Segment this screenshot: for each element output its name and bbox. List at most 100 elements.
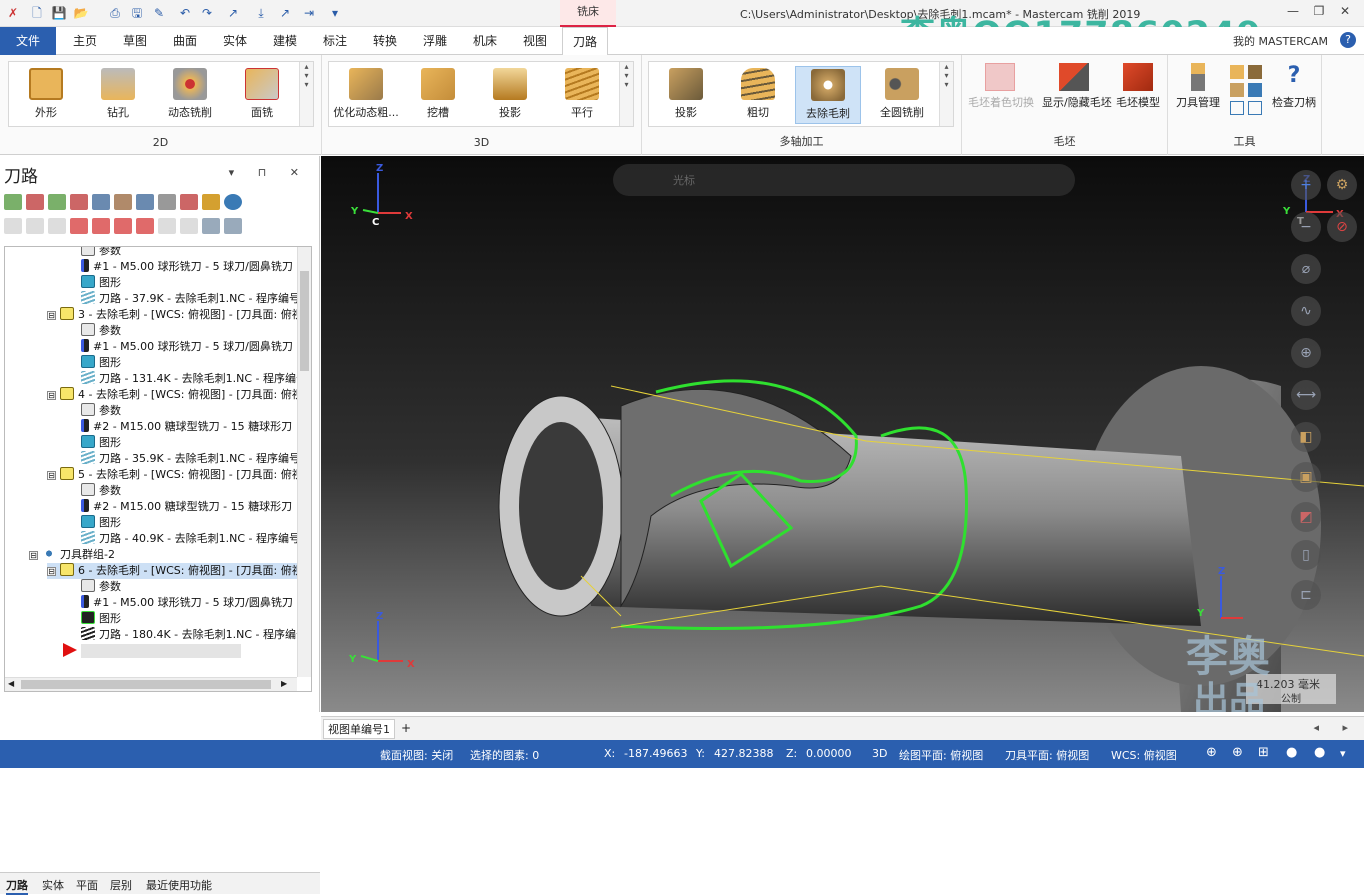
move-up-icon[interactable] (92, 218, 110, 234)
operation-row[interactable]: ⊟ 6 - 去除毛刺 - [WCS: 俯视图] - [刀具面: 俯视图] (47, 563, 311, 579)
tree-scroll-thumb[interactable] (300, 271, 309, 371)
mode-3d[interactable]: 3D (872, 747, 887, 760)
gallery-2d-scroll[interactable]: ▴ ▾ ▾ (299, 62, 313, 126)
help-icon[interactable]: ? (1340, 32, 1356, 48)
print-icon[interactable]: ⎙ (106, 4, 124, 22)
tool-small-icon-1[interactable] (1230, 65, 1244, 79)
minimize-button[interactable]: — (1280, 4, 1306, 18)
status-dropdown-icon[interactable]: ▾ (1340, 747, 1346, 760)
viewsheet-nav[interactable]: ◂ ▸ (1313, 721, 1358, 734)
wireframe-icon[interactable]: ⊞ (1258, 745, 1269, 760)
globe-2-icon[interactable]: ⊕ (1232, 745, 1243, 760)
optirough-button[interactable]: 优化动态粗... (333, 66, 399, 124)
tree-row[interactable]: 参数 (81, 579, 121, 595)
globe-icon[interactable]: ⊕ (1206, 745, 1217, 760)
graphics-viewport[interactable]: 光标 Z X Y C Z X Y Z (321, 156, 1364, 712)
operation-row[interactable]: ⊟ 5 - 去除毛刺 - [WCS: 俯视图] - [刀具面: 俯视图] (47, 467, 311, 483)
section-view-status[interactable]: 截面视图: 关闭 (380, 747, 453, 763)
clear-icon[interactable]: ⊘ (1327, 212, 1357, 242)
tab-home[interactable]: 主页 (62, 27, 108, 55)
tool-small-icon-5[interactable] (1230, 101, 1244, 115)
insert-arrow-icon[interactable] (114, 218, 132, 234)
zoom-out-icon[interactable]: − (1291, 212, 1321, 242)
post-icon[interactable] (180, 194, 198, 210)
scroll-left-icon[interactable]: ◀ (8, 679, 14, 688)
drill-button[interactable]: 钻孔 (85, 66, 151, 124)
tree-row[interactable]: 刀路 - 35.9K - 去除毛刺1.NC - 程序编号 0 (81, 451, 311, 467)
expand-toggle-icon[interactable]: ⊟ (47, 311, 56, 320)
tree-row[interactable]: 刀路 - 40.9K - 去除毛刺1.NC - 程序编号 0 (81, 531, 311, 547)
pocket-3d-button[interactable]: 挖槽 (405, 66, 471, 124)
tool-small-icon-3[interactable] (1230, 83, 1244, 97)
save-icon[interactable]: 💾 (50, 4, 68, 22)
diameter-icon[interactable]: ⌀ (1291, 254, 1321, 284)
regenerate-dirty-icon[interactable] (70, 194, 88, 210)
tool-manager-button[interactable]: 刀具管理 (1166, 63, 1230, 110)
customize-icon[interactable]: ⇥ (300, 4, 318, 22)
operation-row[interactable]: ⊟ 3 - 去除毛刺 - [WCS: 俯视图] - [刀具面: 俯视图] (47, 307, 311, 323)
tree-row[interactable]: #2 - M15.00 糖球型铣刀 - 15 糖球形刀 (81, 499, 292, 515)
highfeed-icon[interactable] (202, 194, 220, 210)
add-viewsheet-button[interactable]: + (401, 721, 411, 735)
viewsheet-tab-1[interactable]: 视图单编号1 (323, 719, 395, 739)
g1-icon[interactable] (158, 194, 176, 210)
draw-plane-status[interactable]: 绘图平面: 俯视图 (899, 747, 983, 763)
shaded-edges-icon[interactable]: ● (1314, 745, 1325, 760)
tool-display-icon[interactable] (202, 218, 220, 234)
tree-row[interactable]: 图形 (81, 355, 121, 371)
save-as-icon[interactable]: 🖫 (128, 4, 146, 22)
tab-transform[interactable]: 转换 (362, 27, 408, 55)
toggle-display-icon[interactable] (26, 218, 44, 234)
tab-relief[interactable]: 浮雕 (412, 27, 458, 55)
stock-model-button[interactable]: 毛坯模型 (1106, 63, 1170, 110)
select-all-ops-icon[interactable] (4, 194, 22, 210)
rough-button[interactable]: 粗切 (725, 66, 791, 124)
shaded-icon[interactable]: ● (1286, 745, 1297, 760)
edit-icon[interactable]: ✎ (150, 4, 168, 22)
tab-file[interactable]: 文件 (0, 27, 56, 55)
face-mill-button[interactable]: 面铣 (229, 66, 295, 124)
single-display-icon[interactable] (158, 218, 176, 234)
scroll-right-icon[interactable]: ▶ (281, 679, 287, 688)
tab-view[interactable]: 视图 (512, 27, 558, 55)
tree-horizontal-scrollbar[interactable]: ◀ ▶ (5, 677, 297, 691)
parallel-button[interactable]: 平行 (549, 66, 615, 124)
operation-row[interactable]: ⊟ 4 - 去除毛刺 - [WCS: 俯视图] - [刀具面: 俯视图] (47, 387, 311, 403)
undo-icon[interactable]: ↶ (176, 4, 194, 22)
tab-levels-manager[interactable]: 层别 (110, 877, 132, 893)
tab-dimension[interactable]: 标注 (312, 27, 358, 55)
clip-icon[interactable]: ⊏ (1291, 580, 1321, 610)
panel-help-icon[interactable] (224, 194, 242, 210)
tab-toolpaths-manager[interactable]: 刀路 (6, 877, 28, 895)
restore-button[interactable]: ❐ (1306, 4, 1332, 18)
analyze-icon[interactable]: ⤓ (252, 4, 270, 22)
tab-recent-functions[interactable]: 最近使用功能 (146, 877, 212, 893)
solid-icon[interactable]: ▣ (1291, 462, 1321, 492)
check-holder-button[interactable]: ? 检查刀柄 (1262, 63, 1326, 110)
scroll-to-icon[interactable] (136, 218, 154, 234)
tree-row[interactable]: 参数 (81, 323, 121, 339)
tree-row[interactable]: 参数 (81, 403, 121, 419)
display-options-icon[interactable] (180, 218, 198, 234)
simulate-icon[interactable] (136, 194, 154, 210)
tab-solids-manager[interactable]: 实体 (42, 877, 64, 893)
deselect-ops-icon[interactable] (26, 194, 44, 210)
sphere-icon[interactable]: ⊕ (1291, 338, 1321, 368)
contour-button[interactable]: 外形 (13, 66, 79, 124)
tab-surface[interactable]: 曲面 (162, 27, 208, 55)
tree-row[interactable]: 图形 (81, 611, 121, 627)
expand-toggle-icon[interactable]: ⊟ (29, 551, 38, 560)
multiaxis-project-button[interactable]: 投影 (653, 66, 719, 124)
viewport-canvas[interactable]: 光标 Z X Y C Z X Y Z (321, 156, 1364, 712)
tab-toolpaths[interactable]: 刀路 (562, 27, 608, 56)
tree-row[interactable]: #1 - M5.00 球形铣刀 - 5 球刀/圆鼻铣刀 (81, 339, 293, 355)
backplot-icon[interactable] (92, 194, 110, 210)
tree-row[interactable]: ⊟ 刀具群组-2 (29, 547, 115, 563)
dynamic-mill-button[interactable]: 动态铣削 (157, 66, 223, 124)
curve-icon[interactable]: ∿ (1291, 296, 1321, 326)
stock-shading-button[interactable]: 毛坯着色切换 (968, 63, 1034, 110)
tab-machine[interactable]: 机床 (462, 27, 508, 55)
expand-toggle-icon[interactable]: ⊟ (47, 567, 56, 576)
tree-hscroll-thumb[interactable] (21, 680, 271, 689)
wcs-status[interactable]: WCS: 俯视图 (1111, 747, 1177, 763)
